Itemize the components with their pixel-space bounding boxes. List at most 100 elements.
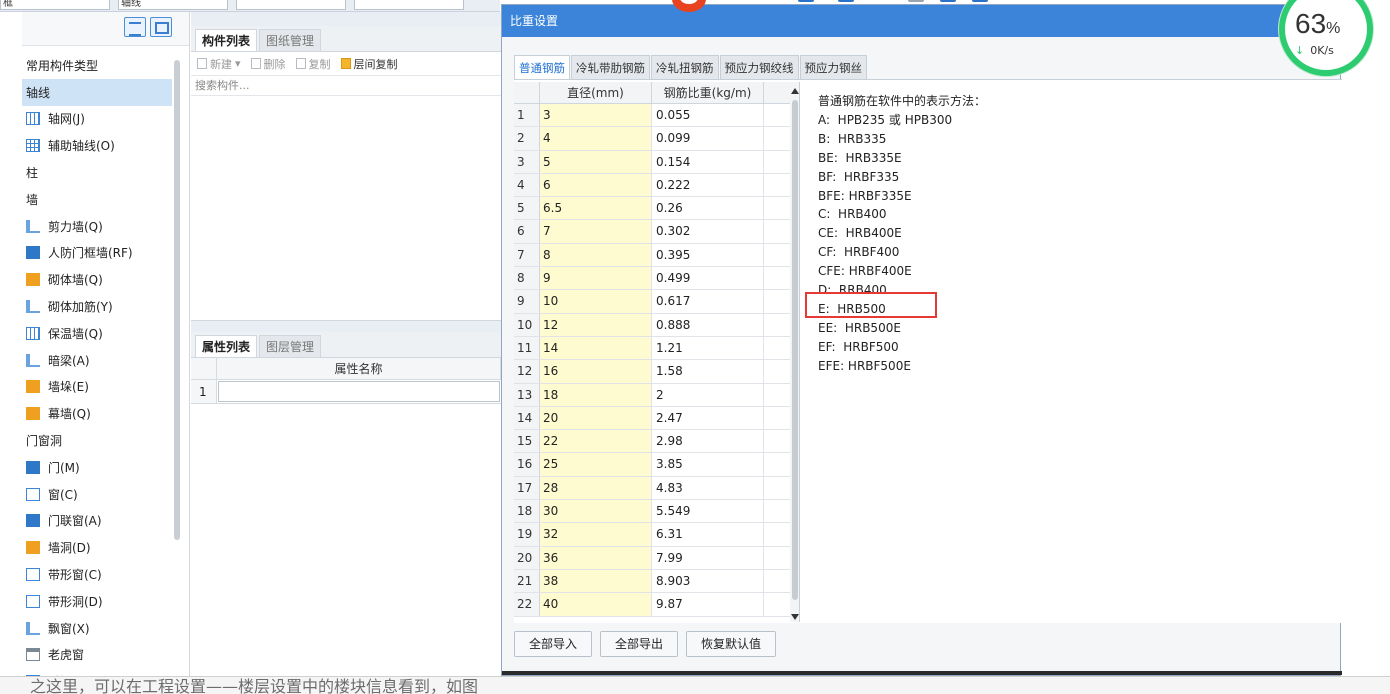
density-cell[interactable]: 2.98	[652, 430, 764, 453]
diameter-cell[interactable]: 32	[540, 523, 652, 546]
density-cell[interactable]: 0.395	[652, 243, 764, 267]
table-row[interactable]: 8 9 0.499	[514, 267, 799, 291]
table-scrollbar[interactable]	[790, 86, 799, 622]
sidebar-item[interactable]: 墙洞(D)	[22, 534, 172, 561]
diameter-cell[interactable]: 18	[540, 383, 652, 406]
top-field-4[interactable]	[354, 0, 464, 10]
table-row[interactable]: 18 30 5.549	[514, 500, 799, 524]
density-cell[interactable]: 0.26	[652, 197, 764, 220]
table-row[interactable]: 10 12 0.888	[514, 313, 799, 337]
table-row[interactable]: 5 6.5 0.26	[514, 197, 799, 221]
property-value-cell[interactable]	[218, 381, 500, 402]
density-cell[interactable]: 0.099	[652, 127, 764, 150]
grid-view-button[interactable]	[150, 17, 172, 37]
table-row[interactable]: 16 25 3.85	[514, 453, 799, 477]
diameter-cell[interactable]: 5	[540, 150, 652, 173]
density-cell[interactable]: 4.83	[652, 476, 764, 500]
density-cell[interactable]: 9.87	[652, 593, 764, 616]
diameter-cell[interactable]: 8	[540, 243, 652, 267]
sidebar-item[interactable]: 砌体加筋(Y)	[22, 293, 172, 320]
diameter-cell[interactable]: 25	[540, 453, 652, 476]
diameter-cell[interactable]: 14	[540, 336, 652, 360]
mic-icon[interactable]	[798, 0, 814, 2]
scroll-up-icon[interactable]	[791, 88, 799, 94]
diameter-cell[interactable]: 20	[540, 406, 652, 430]
menu-icon[interactable]	[972, 0, 988, 2]
sidebar-item[interactable]: 剪力墙(Q)	[22, 213, 172, 240]
table-row[interactable]: 19 32 6.31	[514, 523, 799, 547]
sidebar-item[interactable]: 辅助轴线(O)	[22, 132, 172, 159]
diameter-cell[interactable]: 9	[540, 267, 652, 290]
table-row[interactable]: 12 16 1.58	[514, 360, 799, 384]
diameter-cell[interactable]: 3	[540, 104, 652, 127]
property-row[interactable]: 1	[191, 380, 501, 404]
sidebar-item[interactable]: 人防门框墙(RF)	[22, 240, 172, 267]
diameter-cell[interactable]: 36	[540, 546, 652, 569]
sidebar-item[interactable]: 保温墙(Q)	[22, 320, 172, 347]
scroll-thumb[interactable]	[792, 100, 798, 600]
diameter-cell[interactable]: 40	[540, 593, 652, 616]
density-cell[interactable]: 6.31	[652, 523, 764, 546]
density-cell[interactable]: 0.302	[652, 220, 764, 243]
density-cell[interactable]: 8.903	[652, 569, 764, 593]
density-cell[interactable]: 7.99	[652, 546, 764, 569]
app-logo-icon[interactable]	[672, 0, 706, 12]
table-row[interactable]: 3 5 0.154	[514, 150, 799, 174]
sidebar-item[interactable]: 轴网(J)	[22, 106, 172, 133]
sidebar-category[interactable]: 门窗洞	[22, 427, 172, 454]
diameter-cell[interactable]: 30	[540, 500, 652, 523]
table-row[interactable]: 13 18 2	[514, 383, 799, 407]
top-field-2[interactable]: 轴线	[118, 0, 228, 10]
list-view-button[interactable]	[124, 17, 146, 37]
panel-splitter[interactable]	[191, 320, 501, 332]
diameter-cell[interactable]: 4	[540, 127, 652, 150]
tab-ordinary-rebar[interactable]: 普通钢筋	[514, 55, 570, 79]
sidebar-item[interactable]: 幕墙(Q)	[22, 400, 172, 427]
tab-prestressed-strand[interactable]: 预应力钢绞线	[719, 55, 799, 79]
tab-cold-rolled-ribbed[interactable]: 冷轧带肋钢筋	[571, 55, 650, 79]
tab-component-list[interactable]: 构件列表	[195, 29, 258, 51]
component-search-input[interactable]: 搜索构件...	[191, 76, 501, 96]
density-cell[interactable]: 0.222	[652, 173, 764, 197]
new-button[interactable]: 新建 ▾	[197, 56, 241, 72]
sidebar-item[interactable]: 砌体墙(Q)	[22, 266, 172, 293]
top-field-1[interactable]: 框	[0, 0, 110, 10]
density-cell[interactable]: 1.21	[652, 336, 764, 360]
density-cell[interactable]: 5.549	[652, 500, 764, 523]
keyboard-icon[interactable]	[838, 0, 854, 2]
sidebar-item[interactable]: 带形洞(D)	[22, 588, 172, 615]
restore-default-button[interactable]: 恢复默认值	[686, 631, 777, 657]
table-row[interactable]: 11 14 1.21	[514, 336, 799, 361]
sidebar-item[interactable]: 老虎窗	[22, 642, 172, 669]
table-row[interactable]: 1 3 0.055	[514, 104, 799, 128]
diameter-cell[interactable]: 12	[540, 313, 652, 336]
diameter-cell[interactable]: 22	[540, 430, 652, 453]
floor-copy-button[interactable]: 层间复制	[340, 56, 398, 72]
table-row[interactable]: 20 36 7.99	[514, 546, 799, 570]
tab-drawing-management[interactable]: 图纸管理	[259, 29, 322, 51]
clipboard-icon[interactable]	[908, 0, 924, 2]
diameter-cell[interactable]: 16	[540, 360, 652, 383]
tab-layer-management[interactable]: 图层管理	[259, 335, 322, 357]
diameter-cell[interactable]: 28	[540, 476, 652, 500]
diameter-cell[interactable]: 38	[540, 569, 652, 593]
density-cell[interactable]: 2	[652, 383, 764, 406]
table-row[interactable]: 15 22 2.98	[514, 430, 799, 454]
tab-property-list[interactable]: 属性列表	[195, 335, 258, 357]
table-row[interactable]: 21 38 8.903	[514, 569, 799, 594]
sidebar-category[interactable]: 轴线	[22, 78, 172, 106]
sidebar-item[interactable]: 门联窗(A)	[22, 508, 172, 535]
density-cell[interactable]: 0.617	[652, 290, 764, 313]
table-row[interactable]: 9 10 0.617	[514, 290, 799, 314]
skin-icon[interactable]	[940, 0, 956, 2]
delete-button[interactable]: 删除	[250, 56, 286, 72]
density-cell[interactable]: 0.499	[652, 267, 764, 290]
sidebar-item[interactable]: 墙垛(E)	[22, 374, 172, 401]
density-cell[interactable]: 2.47	[652, 406, 764, 430]
export-all-button[interactable]: 全部导出	[600, 631, 679, 657]
sidebar-item[interactable]: 带形窗(C)	[22, 561, 172, 588]
tab-cold-rolled-twisted[interactable]: 冷轧扭钢筋	[651, 55, 719, 79]
table-row[interactable]: 17 28 4.83	[514, 476, 799, 501]
tab-prestressed-wire[interactable]: 预应力钢丝	[799, 55, 867, 79]
density-cell[interactable]: 0.154	[652, 150, 764, 173]
